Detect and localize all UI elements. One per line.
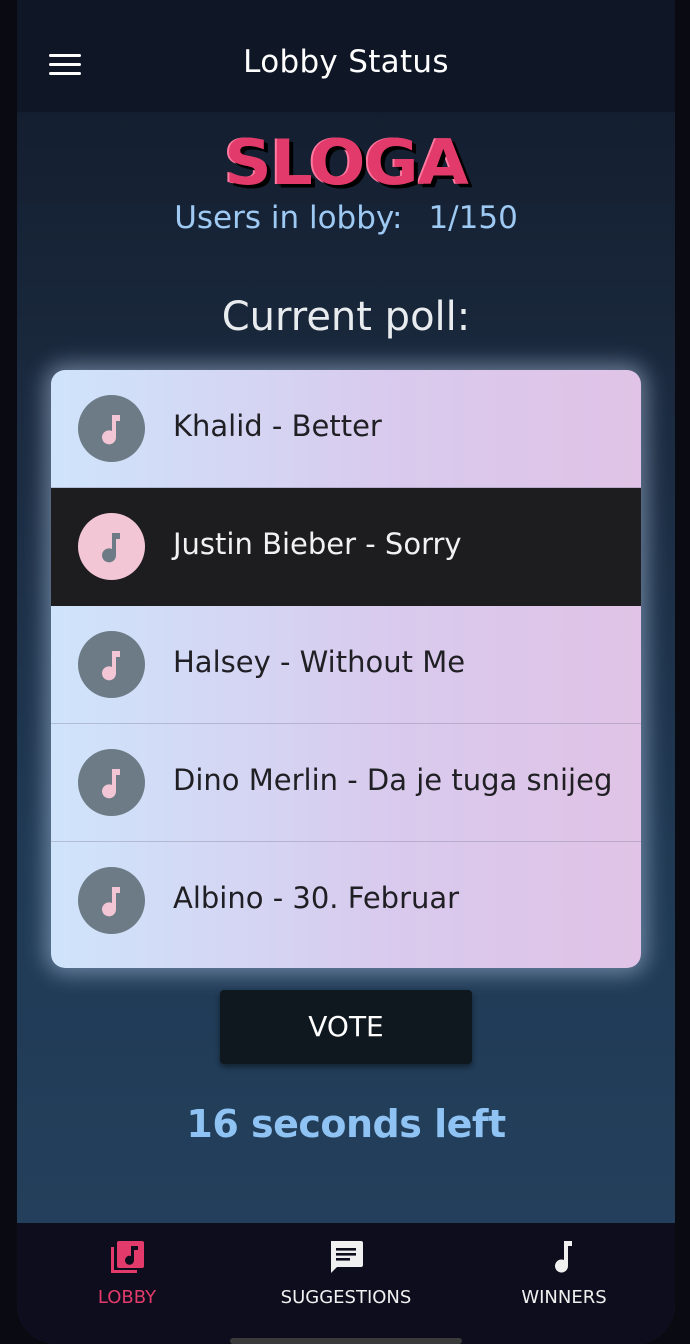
library-music-icon — [111, 1241, 144, 1273]
music-note-icon — [78, 867, 145, 934]
poll-option-justin-bieber-sorry[interactable]: Justin Bieber - Sorry — [51, 488, 641, 606]
poll-option-halsey-without-me[interactable]: Halsey - Without Me — [51, 606, 641, 724]
nav-item-winners[interactable]: WINNERS — [464, 1237, 664, 1327]
poll-option-khalid-better[interactable]: Khalid - Better — [51, 370, 641, 488]
music-note-icon — [78, 395, 145, 462]
app-logo: SLOGA — [224, 125, 469, 200]
nav-label: WINNERS — [521, 1287, 607, 1308]
music-note-icon — [78, 513, 145, 580]
poll-list: Khalid - Better Justin Bieber - Sorry Ha… — [51, 370, 641, 968]
chat-message-icon — [331, 1241, 363, 1273]
page-title: Lobby Status — [243, 44, 449, 80]
users-count: 1/150 — [428, 200, 518, 236]
poll-option-dino-merlin[interactable]: Dino Merlin - Da je tuga snijeg — [51, 724, 641, 842]
nav-label: LOBBY — [97, 1287, 157, 1308]
poll-option-albino-30-februar[interactable]: Albino - 30. Februar — [51, 842, 641, 960]
vote-button[interactable]: VOTE — [220, 990, 472, 1064]
users-label: Users in lobby: — [174, 200, 403, 236]
music-note-icon — [78, 749, 145, 816]
poll-option-label: Dino Merlin - Da je tuga snijeg — [173, 763, 613, 797]
app-bar: Lobby Status — [17, 0, 675, 112]
music-note-icon — [555, 1241, 572, 1273]
bottom-navigation: LOBBY SUGGESTIONS WINNERS — [17, 1223, 675, 1344]
nav-label: SUGGESTIONS — [280, 1287, 412, 1308]
poll-option-label: Albino - 30. Februar — [173, 881, 460, 915]
poll-option-label: Khalid - Better — [173, 409, 382, 443]
poll-option-label: Halsey - Without Me — [173, 645, 466, 679]
device-frame: Lobby Status SLOGA Users in lobby: 1/150 … — [0, 0, 690, 1344]
app-screen: Lobby Status SLOGA Users in lobby: 1/150 … — [17, 0, 675, 1344]
nav-item-suggestions[interactable]: SUGGESTIONS — [246, 1237, 446, 1327]
users-in-lobby: Users in lobby: 1/150 — [17, 200, 675, 236]
music-note-icon — [78, 631, 145, 698]
home-indicator — [230, 1338, 462, 1344]
countdown-timer: 16 seconds left — [186, 1102, 506, 1146]
poll-heading: Current poll: — [221, 294, 471, 340]
poll-option-label: Justin Bieber - Sorry — [173, 527, 462, 561]
nav-item-lobby[interactable]: LOBBY — [27, 1237, 227, 1327]
